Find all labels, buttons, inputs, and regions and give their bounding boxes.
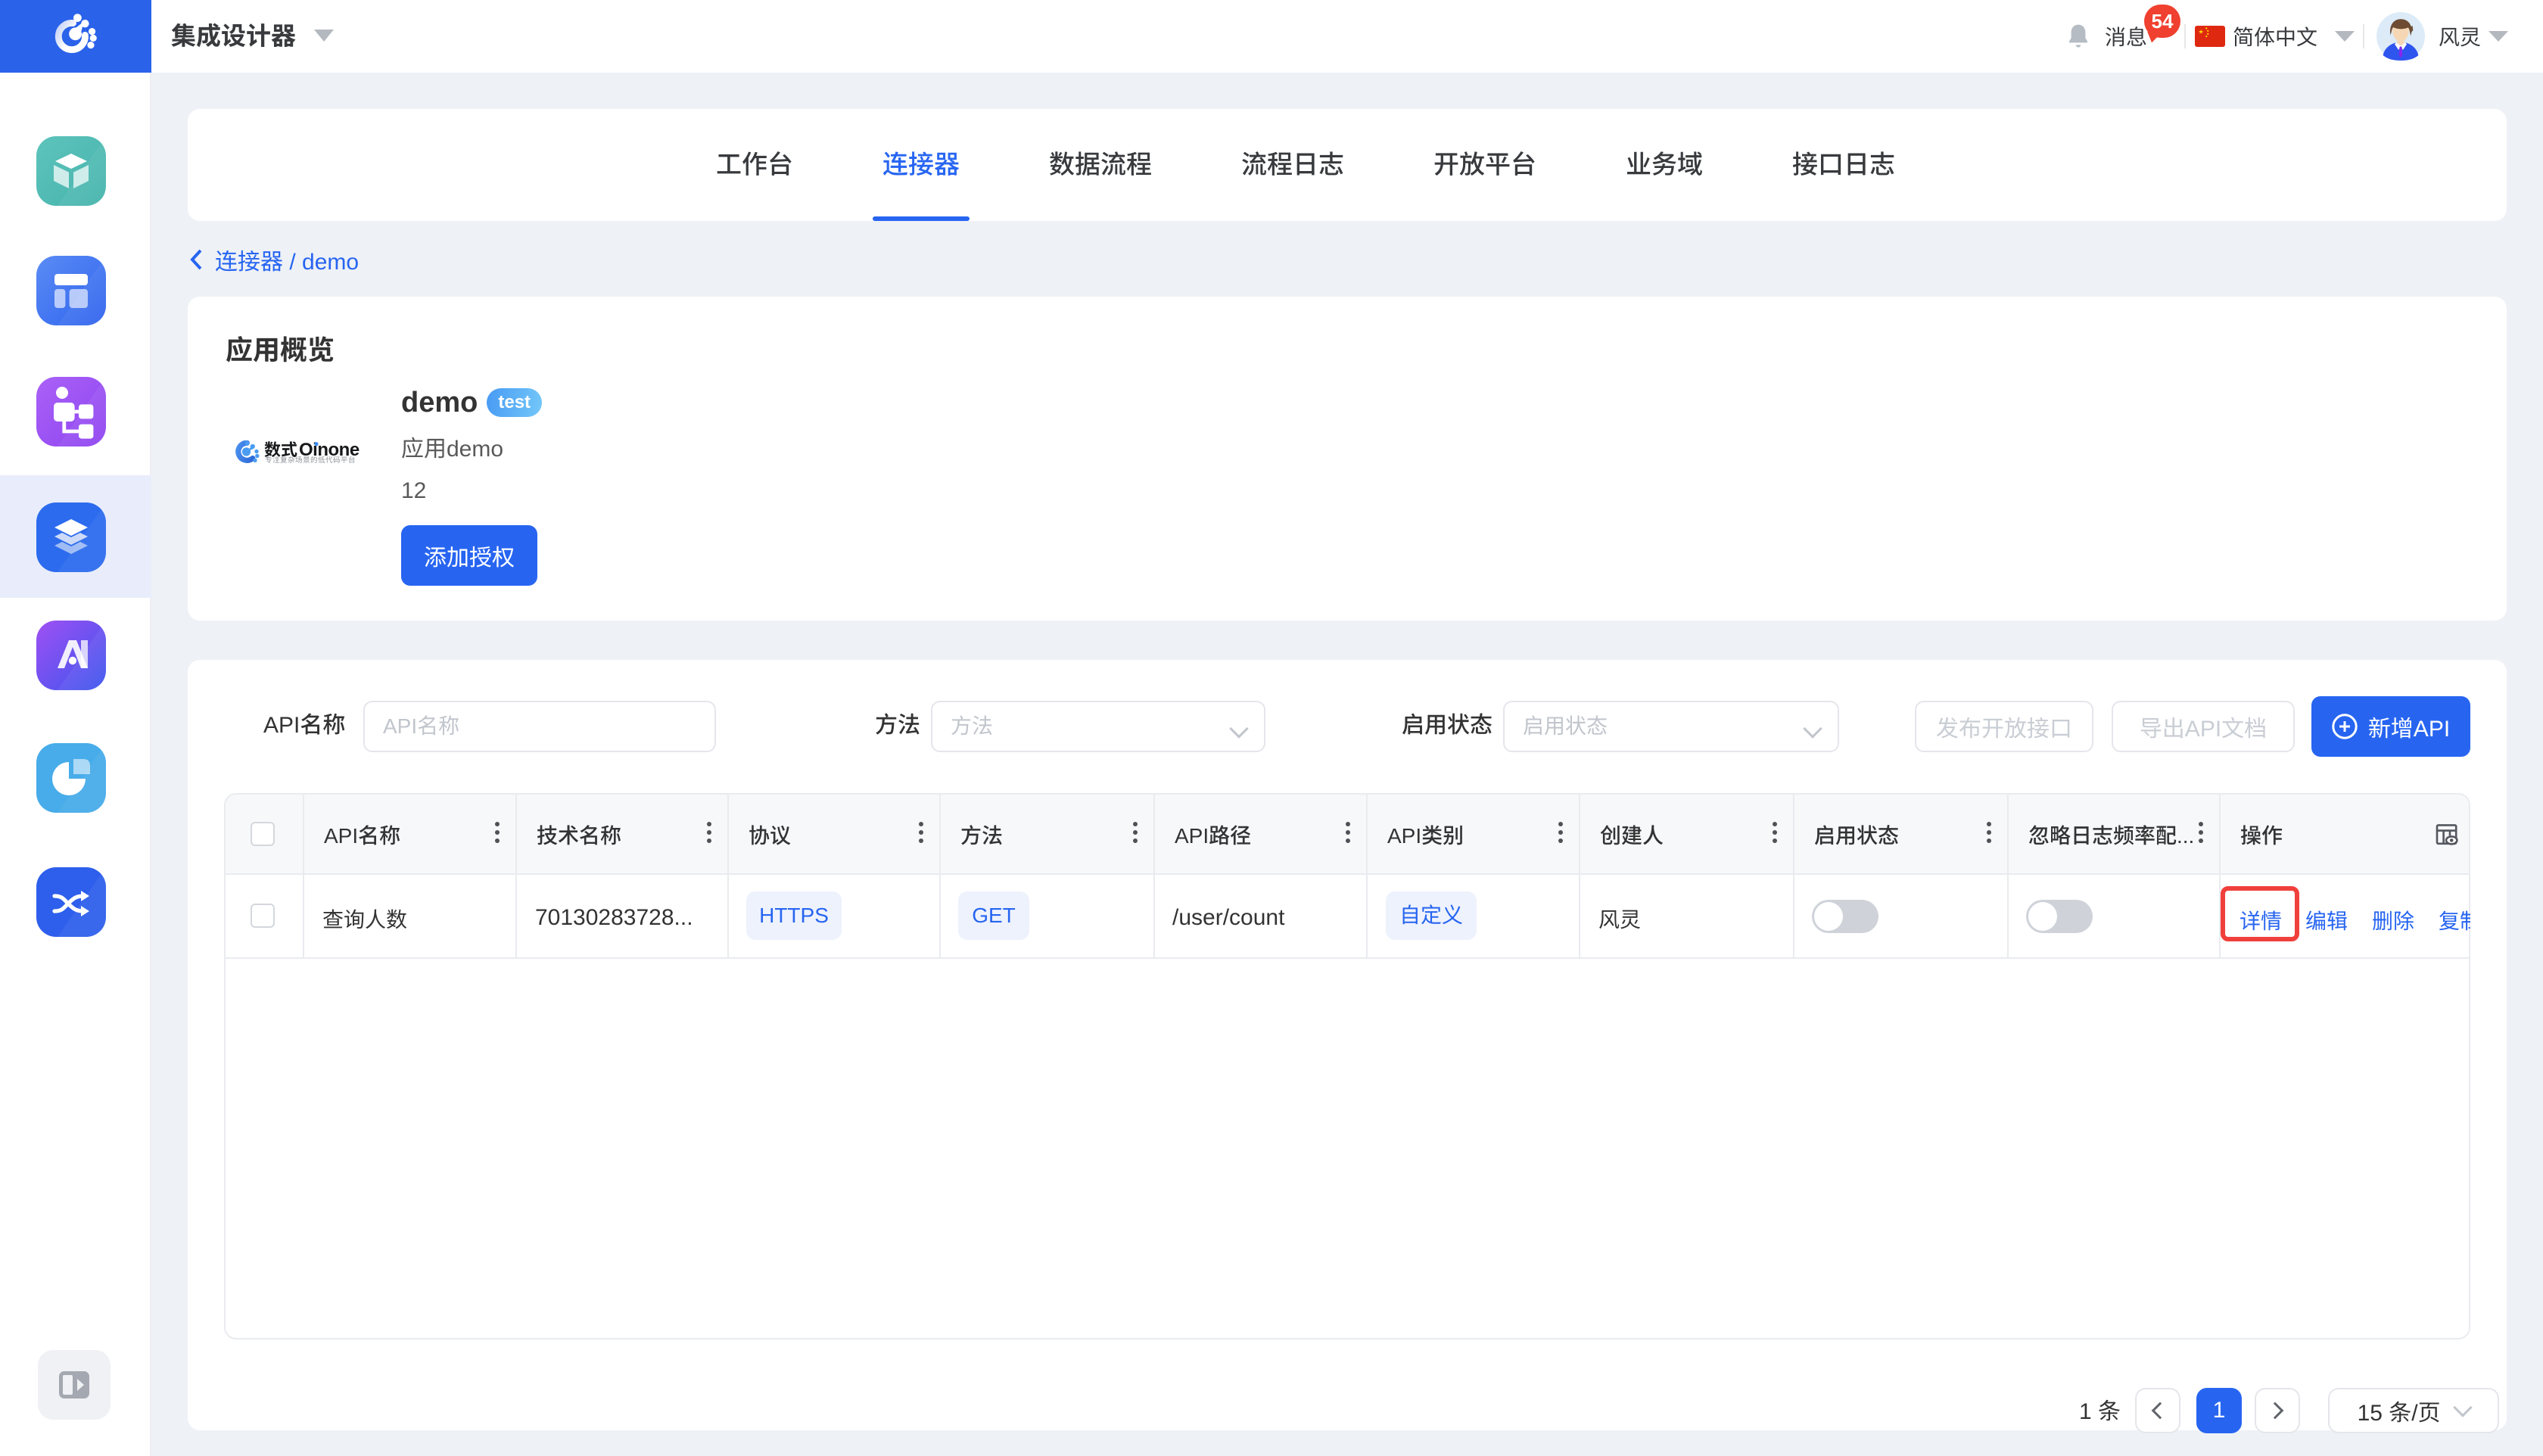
svg-text:专注复杂场景的低代码平台: 专注复杂场景的低代码平台 — [265, 454, 356, 463]
